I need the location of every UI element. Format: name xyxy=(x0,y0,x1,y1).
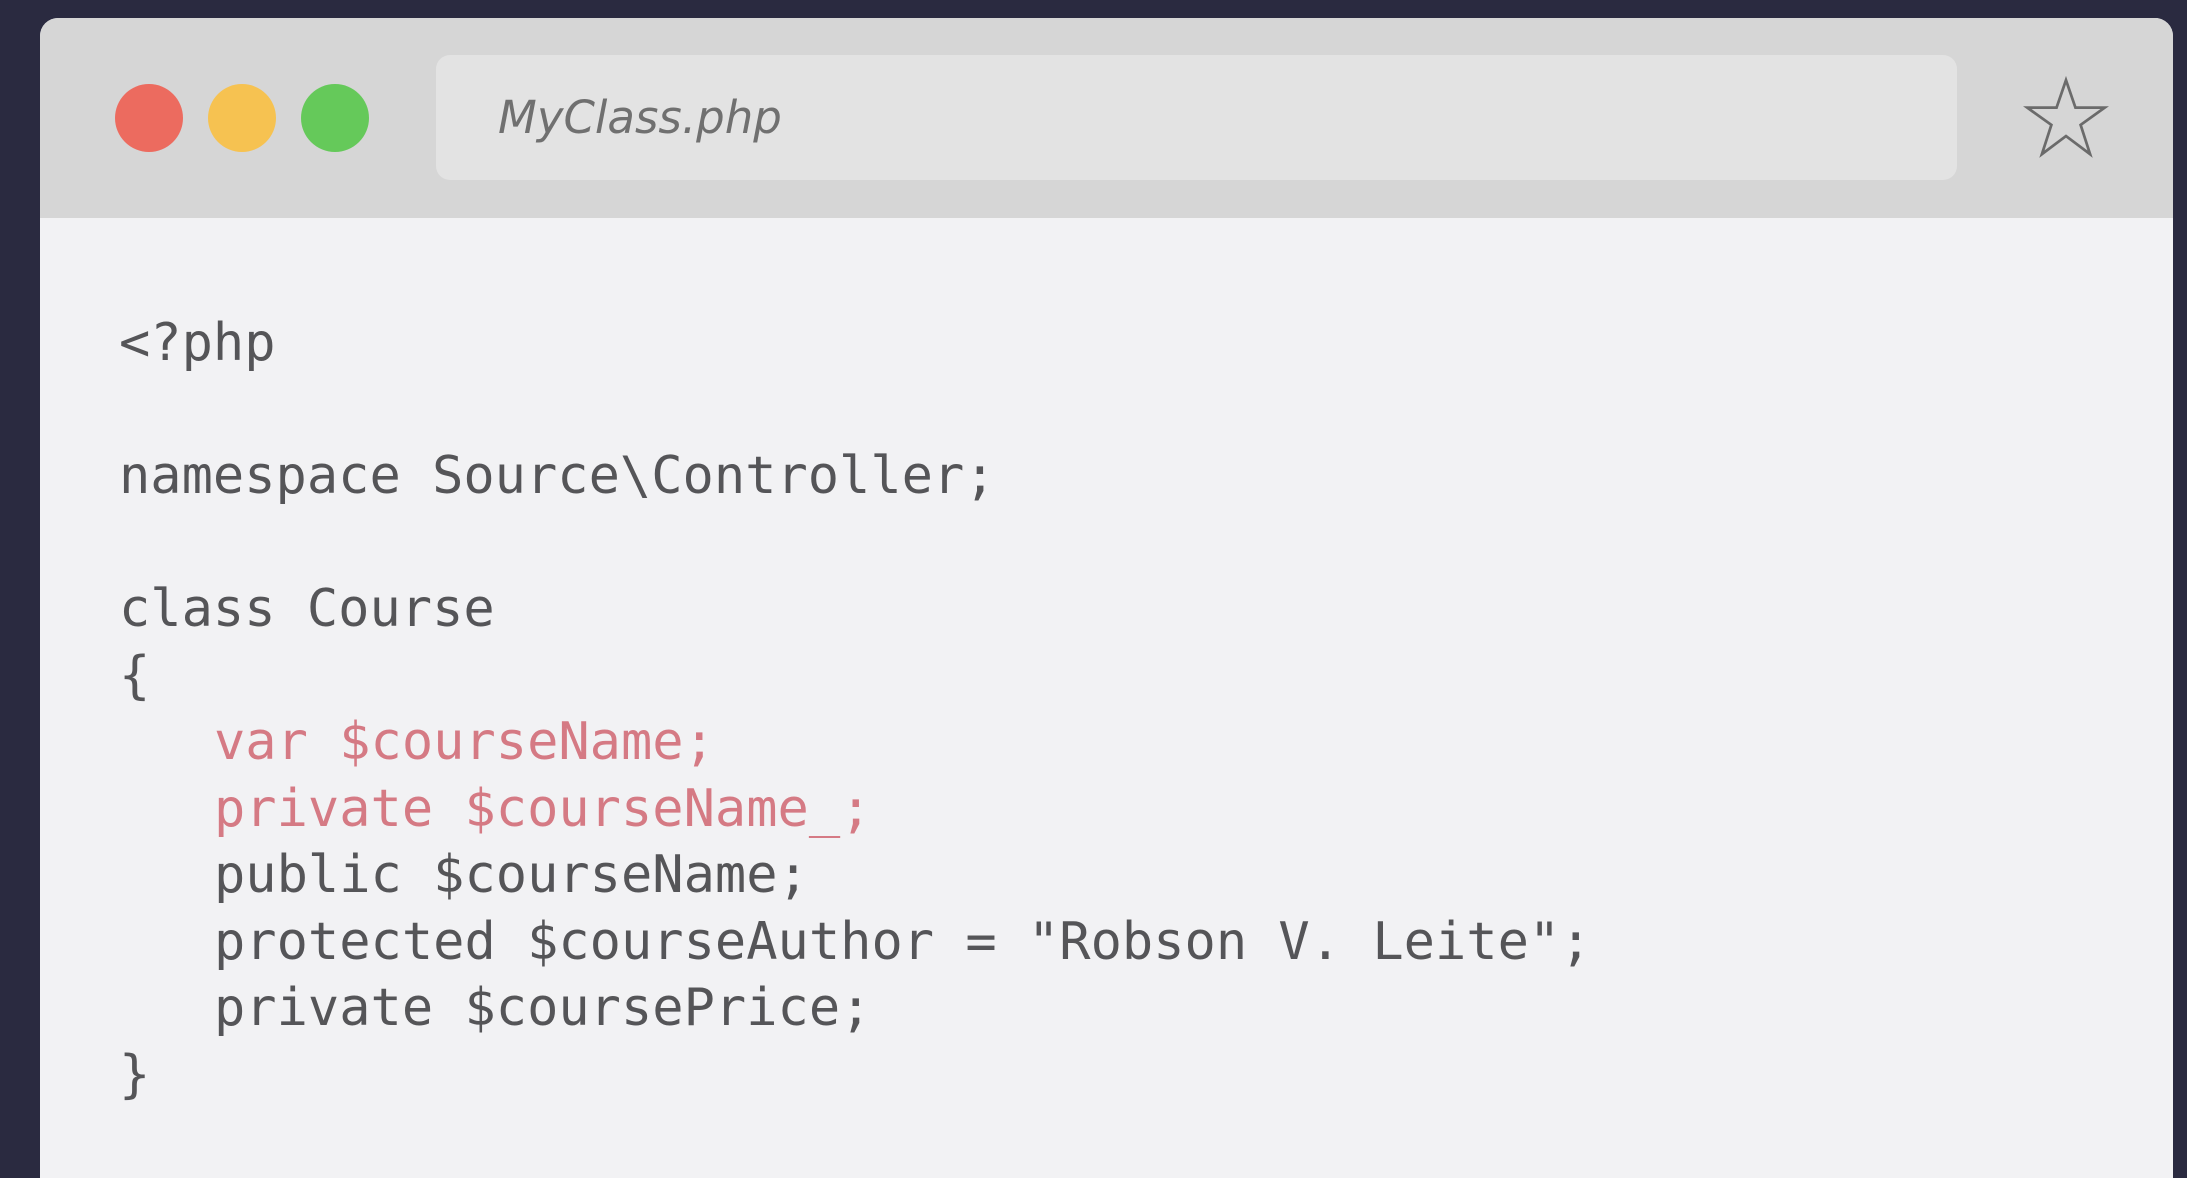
file-title: MyClass.php xyxy=(498,91,782,144)
code-line-highlighted: var $courseName; xyxy=(214,712,715,772)
code-line: namespace Source\Controller; xyxy=(119,446,996,506)
title-bar: MyClass.php xyxy=(40,18,2173,218)
code-editor[interactable]: <?php namespace Source\Controller; class… xyxy=(40,218,2173,1168)
code-line: } xyxy=(119,1045,151,1105)
file-title-bar[interactable]: MyClass.php xyxy=(436,55,1957,180)
code-line: private $coursePrice; xyxy=(214,978,872,1038)
maximize-button[interactable] xyxy=(301,84,369,152)
code-line: protected $courseAuthor = "Robson V. Lei… xyxy=(214,912,1592,972)
code-line: <?php xyxy=(119,313,276,373)
code-line: public $courseName; xyxy=(214,845,809,905)
editor-window: MyClass.php <?php namespace Source\Contr… xyxy=(40,18,2173,1178)
star-icon[interactable] xyxy=(2023,75,2109,161)
code-line: class Course xyxy=(119,579,495,639)
code-line: { xyxy=(119,646,151,706)
close-button[interactable] xyxy=(115,84,183,152)
minimize-button[interactable] xyxy=(208,84,276,152)
code-line-highlighted: private $courseName_; xyxy=(214,779,872,839)
